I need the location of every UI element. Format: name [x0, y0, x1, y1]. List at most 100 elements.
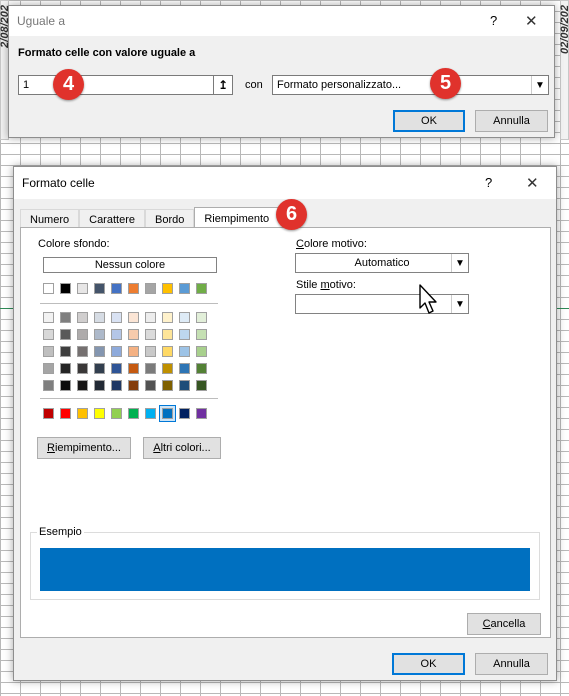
color-swatch[interactable] [125, 377, 142, 394]
color-swatch[interactable] [125, 405, 142, 422]
value-input[interactable]: 1 [18, 75, 214, 95]
color-swatch[interactable] [176, 309, 193, 326]
color-swatch[interactable] [108, 360, 125, 377]
pattern-style-label: Stile motivo: [296, 279, 356, 291]
color-swatch[interactable] [74, 360, 91, 377]
color-swatch[interactable] [159, 360, 176, 377]
ok-button[interactable]: OK [392, 653, 465, 675]
range-select-icon[interactable]: ↥ [213, 75, 233, 95]
color-swatch-fill [77, 329, 88, 340]
tab-bordo[interactable]: Bordo [144, 209, 195, 229]
color-swatch[interactable] [40, 360, 57, 377]
chevron-down-icon[interactable]: ▼ [451, 295, 468, 313]
clear-button[interactable]: Cancella [467, 613, 541, 635]
color-swatch[interactable] [57, 309, 74, 326]
color-swatch[interactable] [142, 360, 159, 377]
color-swatch[interactable] [193, 405, 210, 422]
cancel-button[interactable]: Annulla [475, 110, 548, 132]
color-swatch[interactable] [57, 405, 74, 422]
color-swatch[interactable] [108, 405, 125, 422]
color-swatch[interactable] [57, 343, 74, 360]
color-swatch[interactable] [193, 377, 210, 394]
format-select[interactable]: Formato personalizzato... ▼ [272, 75, 549, 95]
color-swatch[interactable] [57, 360, 74, 377]
color-swatch[interactable] [91, 343, 108, 360]
color-swatch[interactable] [159, 280, 176, 297]
color-swatch[interactable] [125, 343, 142, 360]
color-swatch[interactable] [193, 360, 210, 377]
color-swatch[interactable] [193, 309, 210, 326]
tab-numero[interactable]: Numero [20, 209, 80, 229]
color-swatch[interactable] [142, 280, 159, 297]
no-color-button[interactable]: Nessun colore [43, 257, 217, 273]
color-swatch[interactable] [159, 405, 176, 422]
color-swatch[interactable] [108, 326, 125, 343]
color-swatch[interactable] [176, 280, 193, 297]
chevron-down-icon[interactable]: ▼ [451, 254, 468, 272]
color-swatch[interactable] [91, 309, 108, 326]
color-swatch[interactable] [125, 309, 142, 326]
color-swatch[interactable] [142, 405, 159, 422]
color-swatch[interactable] [125, 360, 142, 377]
color-swatch[interactable] [193, 326, 210, 343]
color-swatch[interactable] [159, 309, 176, 326]
color-swatch[interactable] [142, 343, 159, 360]
color-swatch[interactable] [74, 326, 91, 343]
color-swatch[interactable] [108, 280, 125, 297]
color-swatch[interactable] [142, 309, 159, 326]
more-colors-button[interactable]: Altri colori... [143, 437, 221, 459]
color-swatch-fill [43, 408, 54, 419]
color-swatch[interactable] [74, 405, 91, 422]
chevron-down-icon[interactable]: ▼ [531, 76, 548, 94]
color-swatch[interactable] [74, 377, 91, 394]
standard-bright-row [40, 405, 210, 422]
pattern-style-select[interactable]: ▼ [295, 294, 469, 314]
color-swatch[interactable] [40, 309, 57, 326]
tab-strip: Numero Carattere Bordo Riempimento [20, 207, 285, 229]
color-swatch[interactable] [159, 326, 176, 343]
color-swatch[interactable] [91, 360, 108, 377]
color-swatch[interactable] [40, 280, 57, 297]
color-swatch[interactable] [40, 405, 57, 422]
color-swatch[interactable] [193, 280, 210, 297]
color-swatch[interactable] [74, 280, 91, 297]
color-swatch[interactable] [142, 326, 159, 343]
color-swatch[interactable] [159, 343, 176, 360]
color-swatch[interactable] [40, 377, 57, 394]
color-swatch[interactable] [176, 326, 193, 343]
ok-button[interactable]: OK [393, 110, 465, 132]
color-swatch[interactable] [176, 405, 193, 422]
color-swatch[interactable] [57, 377, 74, 394]
close-icon[interactable]: ✕ [526, 174, 539, 192]
tab-carattere[interactable]: Carattere [79, 209, 145, 229]
color-swatch[interactable] [176, 343, 193, 360]
color-swatch[interactable] [108, 309, 125, 326]
color-swatch[interactable] [91, 377, 108, 394]
color-swatch[interactable] [193, 343, 210, 360]
color-swatch[interactable] [108, 377, 125, 394]
cancel-button[interactable]: Annulla [475, 653, 548, 675]
fill-effects-button[interactable]: Riempimento... [37, 437, 131, 459]
color-swatch[interactable] [125, 280, 142, 297]
color-swatch[interactable] [91, 326, 108, 343]
color-swatch[interactable] [40, 343, 57, 360]
color-swatch[interactable] [91, 405, 108, 422]
color-swatch[interactable] [74, 343, 91, 360]
color-swatch[interactable] [125, 326, 142, 343]
pattern-color-select[interactable]: Automatico ▼ [295, 253, 469, 273]
color-swatch[interactable] [57, 280, 74, 297]
tab-riempimento[interactable]: Riempimento [194, 207, 285, 229]
color-swatch[interactable] [74, 309, 91, 326]
color-swatch[interactable] [91, 280, 108, 297]
close-icon[interactable]: ✕ [525, 12, 538, 30]
color-swatch[interactable] [108, 343, 125, 360]
color-swatch[interactable] [142, 377, 159, 394]
color-swatch[interactable] [176, 360, 193, 377]
help-icon[interactable]: ? [485, 175, 492, 190]
color-swatch[interactable] [159, 377, 176, 394]
color-swatch[interactable] [40, 326, 57, 343]
help-icon[interactable]: ? [490, 13, 497, 28]
color-swatch-fill [128, 312, 139, 323]
color-swatch[interactable] [176, 377, 193, 394]
color-swatch[interactable] [57, 326, 74, 343]
